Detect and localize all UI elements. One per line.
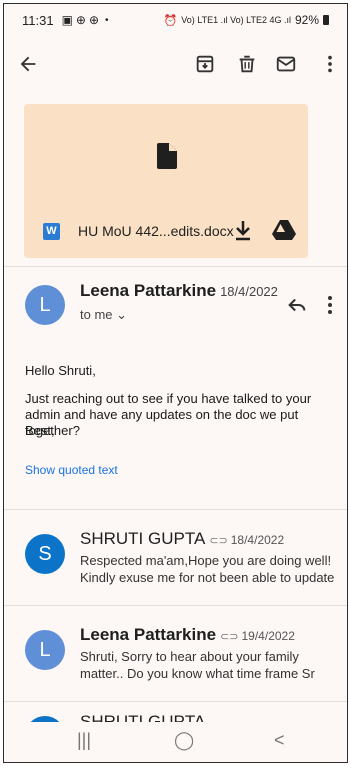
notification-icons: ▣ ⊕ ⊕	[62, 13, 99, 27]
divider	[4, 701, 347, 702]
thread-sender: Leena Pattarkine	[80, 625, 217, 644]
message-signoff: Best,	[25, 423, 55, 438]
divider	[4, 605, 347, 606]
snippet-line: Respected ma'am,Hope you are doing well!	[80, 553, 332, 568]
thread-item[interactable]: Leena Pattarkine ⊂⊃ 19/4/2022	[80, 625, 295, 645]
system-nav-bar: ||| ◯ <	[4, 722, 347, 762]
attachment-card[interactable]: W HU MoU 442...edits.docx	[24, 104, 308, 258]
delete-icon[interactable]	[233, 50, 261, 78]
message-date: 18/4/2022	[220, 284, 278, 299]
snippet-line: Kindly exuse me for not been able to upd…	[80, 570, 335, 585]
snippet-line: Shruti, Sorry to hear about your family	[80, 649, 299, 664]
game-icon: ⊕	[75, 13, 86, 27]
status-bar: 11:31 ▣ ⊕ ⊕ • ⏰ Vo) LTE1 .ıl Vo) LTE2 4G…	[4, 4, 347, 36]
avatar[interactable]: L	[25, 630, 65, 670]
drive-icon[interactable]	[272, 219, 296, 241]
home-button[interactable]: ◯	[174, 730, 194, 751]
attachment-clip-icon: ⊂⊃	[209, 535, 228, 547]
divider	[4, 509, 347, 510]
mail-icon[interactable]	[272, 50, 300, 78]
document-icon	[157, 143, 177, 169]
attachment-clip-icon: ⊂⊃	[220, 631, 239, 643]
thread-item[interactable]: SHRUTI GUPTA ⊂⊃ 18/4/2022	[80, 529, 284, 549]
snippet-line: matter.. Do you know what time frame Sr	[80, 666, 315, 681]
thread-snippet: Respected ma'am,Hope you are doing well!…	[80, 552, 342, 586]
more-vert-icon[interactable]	[316, 50, 344, 78]
battery-percent: 92%	[294, 13, 319, 27]
back-arrow-icon[interactable]	[14, 50, 42, 78]
signal-text: Vo) LTE1 .ıl Vo) LTE2 4G .ıl	[181, 15, 291, 25]
message-more-icon[interactable]	[325, 294, 335, 316]
reply-icon[interactable]	[286, 294, 308, 316]
archive-icon[interactable]	[191, 50, 219, 78]
thread-snippet: Shruti, Sorry to hear about your family …	[80, 648, 342, 682]
word-file-icon: W	[43, 223, 60, 240]
thread-date: 19/4/2022	[241, 629, 295, 643]
alarm-icon: ⏰	[163, 14, 178, 27]
status-right: ⏰ Vo) LTE1 .ıl Vo) LTE2 4G .ıl 92%	[164, 13, 329, 27]
recents-button[interactable]: |||	[77, 730, 91, 751]
sender-label: Leena Pattarkine	[80, 281, 217, 300]
toolbar	[4, 40, 347, 88]
nav-back-button[interactable]: <	[274, 730, 285, 751]
message-greeting: Hello Shruti,	[25, 363, 96, 378]
show-quoted-text-link[interactable]: Show quoted text	[25, 463, 118, 477]
status-dot: •	[105, 14, 109, 26]
avatar[interactable]: L	[25, 285, 65, 325]
thread-sender: SHRUTI GUPTA	[80, 529, 206, 548]
avatar[interactable]: S	[25, 534, 65, 574]
download-icon[interactable]	[233, 219, 253, 241]
recipient-toggle[interactable]: to me ⌄	[80, 307, 127, 323]
gallery-icon: ▣	[61, 13, 73, 27]
divider	[4, 266, 347, 267]
sender-name[interactable]: Leena Pattarkine 18/4/2022	[80, 281, 278, 301]
status-time: 11:31	[22, 12, 54, 28]
phone-frame: 11:31 ▣ ⊕ ⊕ • ⏰ Vo) LTE1 .ıl Vo) LTE2 4G…	[3, 3, 348, 763]
attachment-filename: HU MoU 442...edits.docx	[78, 223, 234, 239]
game-icon-2: ⊕	[88, 13, 100, 27]
thread-date: 18/4/2022	[230, 533, 285, 547]
battery-icon	[323, 15, 329, 25]
